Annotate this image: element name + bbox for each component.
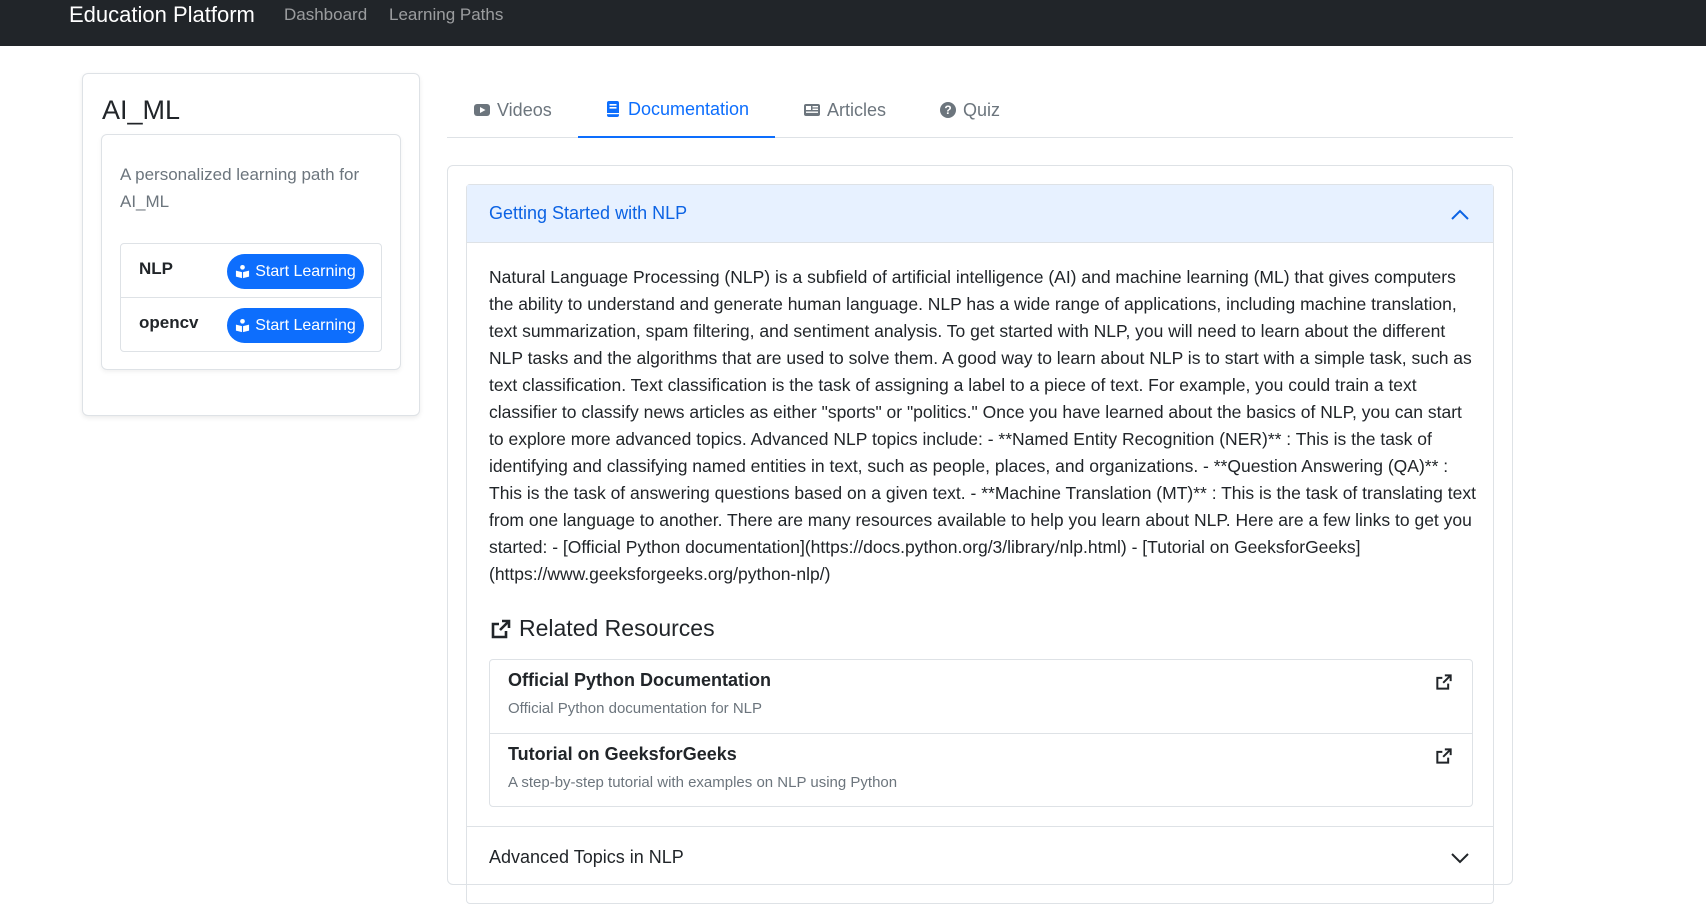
learning-path-description: A personalized learning path for AI_ML: [120, 165, 360, 211]
resource-list: Official Python Documentation Official P…: [489, 659, 1473, 807]
external-link-icon: [491, 619, 511, 638]
documentation-accordion: Getting Started with NLP Natural Languag…: [466, 184, 1494, 904]
accordion-title: Getting Started with NLP: [489, 203, 688, 223]
topic-list: NLP Start Learning opencv Start Learning: [120, 243, 382, 352]
start-learning-label: Start Learning: [255, 262, 356, 280]
content-tabs: Videos Documentation Articles ? Quiz: [447, 82, 1513, 138]
resource-description: Official Python documentation for NLP: [508, 700, 763, 717]
svg-text:?: ?: [944, 103, 951, 117]
external-link-icon[interactable]: [1434, 746, 1454, 766]
external-link-icon[interactable]: [1434, 672, 1454, 692]
learning-path-title: AI_ML: [102, 95, 181, 125]
accordion-title: Advanced Topics in NLP: [489, 847, 684, 867]
book-reader-icon: [236, 264, 250, 279]
topic-name: opencv: [139, 313, 199, 332]
learning-path-card: AI_ML A personalized learning path for A…: [82, 73, 420, 416]
brand-logo[interactable]: Education Platform: [69, 2, 255, 28]
tab-videos[interactable]: Videos: [447, 82, 578, 138]
accordion-body-text: Natural Language Processing (NLP) is a s…: [489, 267, 1476, 584]
accordion-header-getting-started[interactable]: Getting Started with NLP: [467, 185, 1493, 243]
tab-quiz[interactable]: ? Quiz: [913, 82, 1026, 138]
tab-articles[interactable]: Articles: [777, 82, 912, 138]
newspaper-icon: [804, 104, 820, 116]
book-icon: [607, 101, 619, 117]
nav-link-learning-paths[interactable]: Learning Paths: [389, 4, 503, 26]
resource-item[interactable]: Official Python Documentation Official P…: [490, 660, 1472, 734]
tab-documentation[interactable]: Documentation: [578, 82, 776, 138]
youtube-icon: [474, 104, 490, 116]
related-resources-title: Related Resources: [519, 615, 715, 641]
resource-description: A step-by-step tutorial with examples on…: [508, 774, 898, 791]
start-learning-button-nlp[interactable]: Start Learning: [227, 254, 364, 289]
nav-link-dashboard[interactable]: Dashboard: [284, 4, 367, 26]
tab-label: Quiz: [963, 99, 1001, 120]
resource-name: Official Python Documentation: [508, 670, 772, 690]
chevron-up-icon: [1451, 209, 1469, 220]
book-reader-icon: [236, 318, 250, 333]
start-learning-button-opencv[interactable]: Start Learning: [227, 308, 364, 343]
top-navbar: Education Platform Dashboard Learning Pa…: [0, 0, 1706, 46]
documentation-panel: Getting Started with NLP Natural Languag…: [447, 165, 1513, 904]
topic-item-nlp: NLP Start Learning: [121, 244, 381, 298]
learning-path-details: A personalized learning path for AI_ML N…: [101, 134, 401, 370]
resource-item[interactable]: Tutorial on GeeksforGeeks A step-by-step…: [490, 734, 1472, 808]
tab-label: Articles: [827, 99, 887, 120]
start-learning-label: Start Learning: [255, 316, 356, 334]
chevron-down-icon: [1451, 853, 1469, 864]
topic-name: NLP: [139, 259, 173, 278]
topic-item-opencv: opencv Start Learning: [121, 298, 381, 352]
resource-name: Tutorial on GeeksforGeeks: [508, 744, 737, 764]
accordion-header-advanced-topics[interactable]: Advanced Topics in NLP: [467, 826, 1493, 886]
related-resources-heading: Related Resources: [489, 615, 715, 642]
tab-label: Documentation: [628, 98, 750, 119]
question-circle-icon: ?: [940, 102, 956, 118]
tab-label: Videos: [497, 99, 552, 120]
